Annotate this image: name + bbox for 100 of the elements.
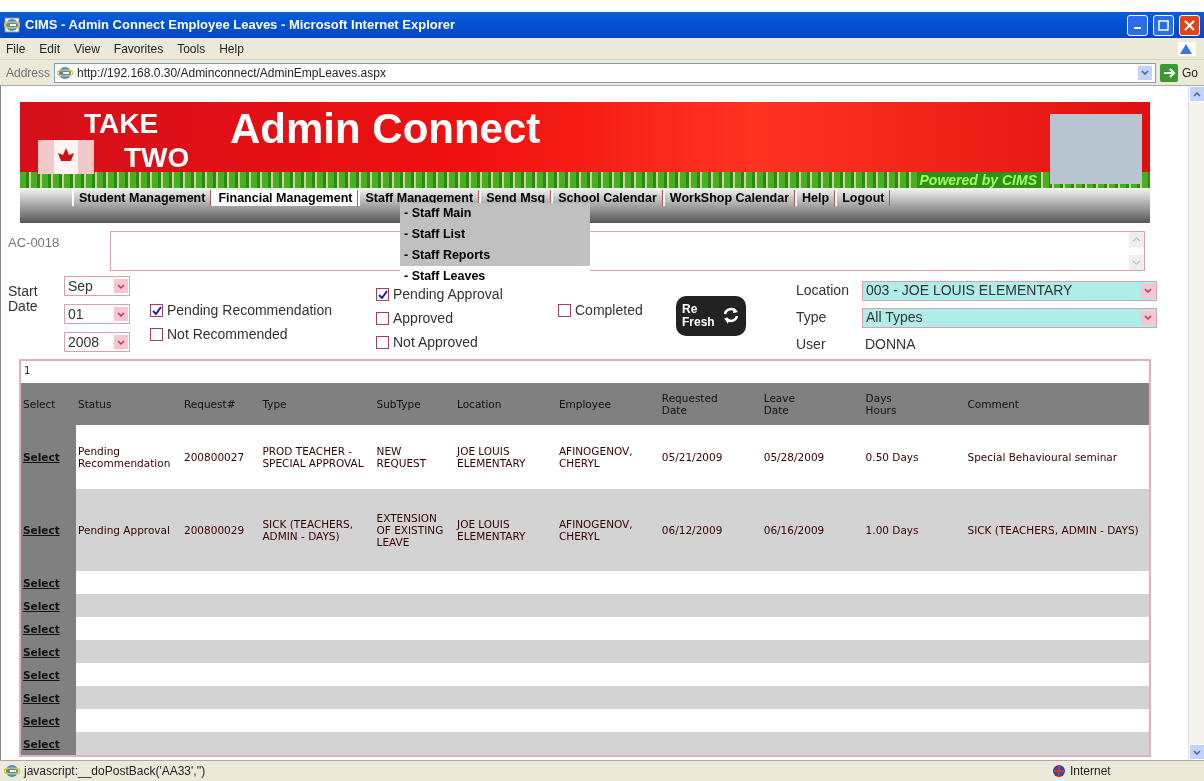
table-cell: JOE LOUIS ELEMENTARY xyxy=(455,489,557,571)
page-icon xyxy=(4,763,20,779)
select-field[interactable]: Sep xyxy=(64,276,130,296)
caret-icon xyxy=(1144,287,1152,294)
column-header: Location xyxy=(455,383,557,425)
window-title: CIMS - Admin Connect Employee Leaves - Microsoft Internet Explorer xyxy=(25,16,457,35)
caret-icon xyxy=(117,310,125,318)
checkbox-label: Not Approved xyxy=(393,332,478,352)
location-label: Location xyxy=(796,281,850,300)
caret-icon xyxy=(117,282,125,290)
page-number[interactable]: 1 xyxy=(21,361,1149,383)
table-cell: PROD TEACHER - SPECIAL APPROVAL xyxy=(260,425,375,489)
powered-by-text: Powered by CIMS xyxy=(916,172,1040,188)
column-header: SubType xyxy=(374,383,456,425)
table-cell: Special Behavioural seminar xyxy=(965,425,1149,489)
table-cell: JOE LOUIS ELEMENTARY xyxy=(455,425,557,489)
nav-link[interactable]: WorkShop Calendar xyxy=(662,190,796,206)
minimize-button[interactable] xyxy=(1127,14,1148,36)
select-field[interactable]: All Types xyxy=(862,307,1157,328)
checkbox[interactable] xyxy=(376,287,389,301)
caret-icon xyxy=(1144,314,1152,321)
minimize-icon xyxy=(1134,27,1141,29)
menu-item[interactable]: Help xyxy=(219,39,244,58)
checkbox-label: Pending Recommendation xyxy=(167,300,332,320)
table-cell: SICK (TEACHERS, ADMIN - DAYS) xyxy=(965,489,1149,571)
caret-icon xyxy=(1141,69,1149,76)
select-field[interactable]: 01 xyxy=(64,304,130,324)
logo-text: TAKE xyxy=(84,110,159,138)
refresh-icon xyxy=(722,306,740,326)
column-header: Requested Date xyxy=(659,383,762,425)
scroll-down-icon[interactable] xyxy=(1193,748,1201,756)
menu-item[interactable]: - Staff Leaves xyxy=(400,266,590,287)
menu-item[interactable]: Favorites xyxy=(113,39,164,58)
menu-item[interactable]: File xyxy=(6,39,26,58)
table-cell: 06/12/2009 xyxy=(659,489,762,571)
refresh-button[interactable]: Re Fresh xyxy=(676,296,746,336)
scrollbar[interactable] xyxy=(1188,86,1204,760)
check-icon xyxy=(151,305,162,315)
column-header: Type xyxy=(260,383,375,425)
select-field[interactable]: 003 - JOE LOUIS ELEMENTARY xyxy=(862,280,1157,301)
banner-title: Admin Connect xyxy=(230,108,541,150)
table-cell: AFINOGENOV, CHERYL xyxy=(556,489,660,571)
record-code: AC-0018 xyxy=(8,234,61,252)
go-button[interactable]: Go xyxy=(1182,63,1198,82)
table-cell: 05/28/2009 xyxy=(761,425,864,489)
table-cell: 06/16/2009 xyxy=(761,489,864,571)
column-header: Leave Date xyxy=(761,383,864,425)
close-button[interactable] xyxy=(1179,14,1200,36)
nav-link[interactable]: Logout xyxy=(835,190,891,206)
checkbox[interactable] xyxy=(376,335,389,349)
table-cell: 05/21/2009 xyxy=(659,425,762,489)
table-cell: Pending Approval xyxy=(76,489,182,571)
table-cell: 200800029 xyxy=(182,489,261,571)
checkbox-label: Pending Approval xyxy=(393,284,503,304)
checkbox-label: Not Recommended xyxy=(167,324,288,344)
status-text: javascript:__doPostBack('AA33','') xyxy=(24,763,207,780)
select-field[interactable]: 2008 xyxy=(64,332,130,352)
checkbox-label: Approved xyxy=(393,308,453,328)
table-cell: 200800027 xyxy=(182,425,261,489)
table-cell: SICK (TEACHERS, ADMIN - DAYS) xyxy=(260,489,375,571)
dropdown-button[interactable] xyxy=(1137,64,1153,81)
checkbox[interactable] xyxy=(376,311,389,325)
page-icon xyxy=(57,64,74,81)
table-cell: Pending Recommendation xyxy=(76,425,182,489)
checkbox[interactable] xyxy=(150,327,163,341)
logo-text: TWO xyxy=(124,144,190,172)
checkbox[interactable] xyxy=(150,303,163,317)
user-name: DONNA xyxy=(864,335,917,354)
table-cell: EXTENSION OF EXISTING LEAVE xyxy=(374,489,456,571)
zone-label: Internet xyxy=(1070,763,1112,780)
select-link[interactable]: Select xyxy=(23,451,60,463)
checkbox-label: Completed xyxy=(575,300,643,320)
select-link[interactable]: Select xyxy=(23,524,60,536)
maximize-icon xyxy=(1158,19,1169,31)
table-cell: AFINOGENOV, CHERYL xyxy=(556,425,660,489)
column-header: Select xyxy=(21,383,76,425)
page-icon xyxy=(4,17,20,33)
table-cell: NEW REQUEST xyxy=(374,425,456,489)
globe-icon xyxy=(1052,764,1066,778)
table-cell: 0.50 Days xyxy=(863,425,966,489)
flag-drawing xyxy=(38,140,94,174)
menu-item[interactable]: Tools xyxy=(177,39,206,58)
user-label: User xyxy=(796,335,827,354)
checkbox[interactable] xyxy=(558,303,571,317)
menu-item[interactable]: Edit xyxy=(39,39,61,58)
caret-icon xyxy=(117,338,125,346)
table-cell: 1.00 Days xyxy=(863,489,966,571)
start-date-label: Start Date xyxy=(8,284,39,314)
address-field[interactable]: http://192.168.0.30/Adminconnect/AdminEmpLeaves.aspx xyxy=(54,62,1156,83)
scroll-up-icon[interactable] xyxy=(1193,90,1201,98)
column-header: Employee xyxy=(556,383,660,425)
maximize-button[interactable] xyxy=(1153,14,1174,36)
column-header: Comment xyxy=(965,383,1149,425)
address-label: Address xyxy=(6,64,51,82)
menu-item[interactable]: View xyxy=(74,39,100,58)
column-header: Status xyxy=(76,383,182,425)
nav-link[interactable]: Financial Management xyxy=(211,190,359,206)
nav-link[interactable]: Help xyxy=(795,190,836,206)
check-icon xyxy=(377,289,388,299)
column-header: Days Hours xyxy=(863,383,966,425)
